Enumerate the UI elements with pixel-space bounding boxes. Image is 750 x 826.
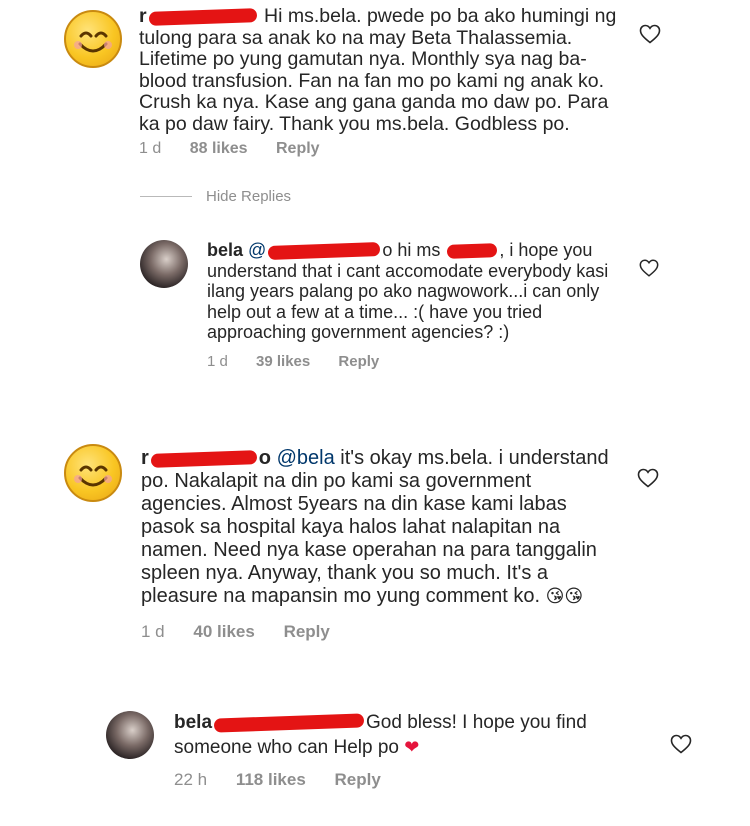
comment-body-part: o hi ms xyxy=(382,240,441,260)
username[interactable]: bela xyxy=(207,240,243,260)
username-tail: o xyxy=(258,447,272,469)
reply-button[interactable]: Reply xyxy=(276,140,320,157)
username[interactable]: bela xyxy=(174,712,212,733)
timestamp: 1 d xyxy=(141,622,165,641)
avatar[interactable] xyxy=(106,711,154,759)
likes-count[interactable]: 39 likes xyxy=(256,353,310,370)
red-heart-emoji: ❤ xyxy=(404,737,420,757)
timestamp: 1 d xyxy=(139,140,162,157)
timestamp: 22 h xyxy=(174,770,208,789)
like-heart-icon[interactable] xyxy=(638,257,660,279)
comment-text: bela @ o hi ms , i hope you understand th… xyxy=(207,240,617,343)
comment-text: r Hi ms.bela. pwede po ba ako humingi ng… xyxy=(139,5,634,135)
comment-meta: 1 d 88 likes Reply xyxy=(139,140,344,158)
comment-meta: 1 d 39 likes Reply xyxy=(207,353,403,370)
kiss-emoji: 😘😘 xyxy=(545,586,584,606)
redacted-name xyxy=(148,7,257,26)
likes-count[interactable]: 118 likes xyxy=(236,770,306,789)
smiling-face-icon xyxy=(74,31,112,53)
likes-count[interactable]: 40 likes xyxy=(193,622,254,641)
like-heart-icon[interactable] xyxy=(669,732,693,756)
hide-replies-label[interactable]: Hide Replies xyxy=(206,188,291,205)
reply-button[interactable]: Reply xyxy=(284,622,330,641)
reply-button[interactable]: Reply xyxy=(335,770,381,789)
like-heart-icon[interactable] xyxy=(636,466,660,490)
username[interactable]: r xyxy=(139,5,147,27)
comment-text: r o @bela it's okay ms.bela. i understand… xyxy=(141,447,616,608)
mention[interactable]: @ xyxy=(248,240,266,260)
comment-meta: 1 d 40 likes Reply xyxy=(141,622,354,642)
avatar[interactable] xyxy=(64,444,122,502)
hide-replies-toggle[interactable]: Hide Replies xyxy=(140,188,291,205)
comment-body: Hi ms.bela. pwede po ba ako humingi ng t… xyxy=(139,5,617,135)
timestamp: 1 d xyxy=(207,353,228,370)
comment-text: bela God bless! I hope you find someone w… xyxy=(174,711,624,760)
redacted-name xyxy=(268,242,381,261)
avatar[interactable] xyxy=(140,240,188,288)
redacted-name xyxy=(213,713,365,733)
redacted-name xyxy=(150,449,258,468)
avatar[interactable] xyxy=(64,10,122,68)
smiling-face-icon xyxy=(74,465,112,487)
comment-body: it's okay ms.bela. i understand po. Naka… xyxy=(141,447,609,607)
comment-meta: 22 h 118 likes Reply xyxy=(174,770,405,790)
reply-button[interactable]: Reply xyxy=(338,353,379,370)
mention[interactable]: @bela xyxy=(277,447,335,469)
likes-count[interactable]: 88 likes xyxy=(190,140,248,157)
username[interactable]: r xyxy=(141,447,149,469)
like-heart-icon[interactable] xyxy=(638,22,662,46)
divider-line xyxy=(140,196,192,197)
redacted-name xyxy=(447,243,498,260)
